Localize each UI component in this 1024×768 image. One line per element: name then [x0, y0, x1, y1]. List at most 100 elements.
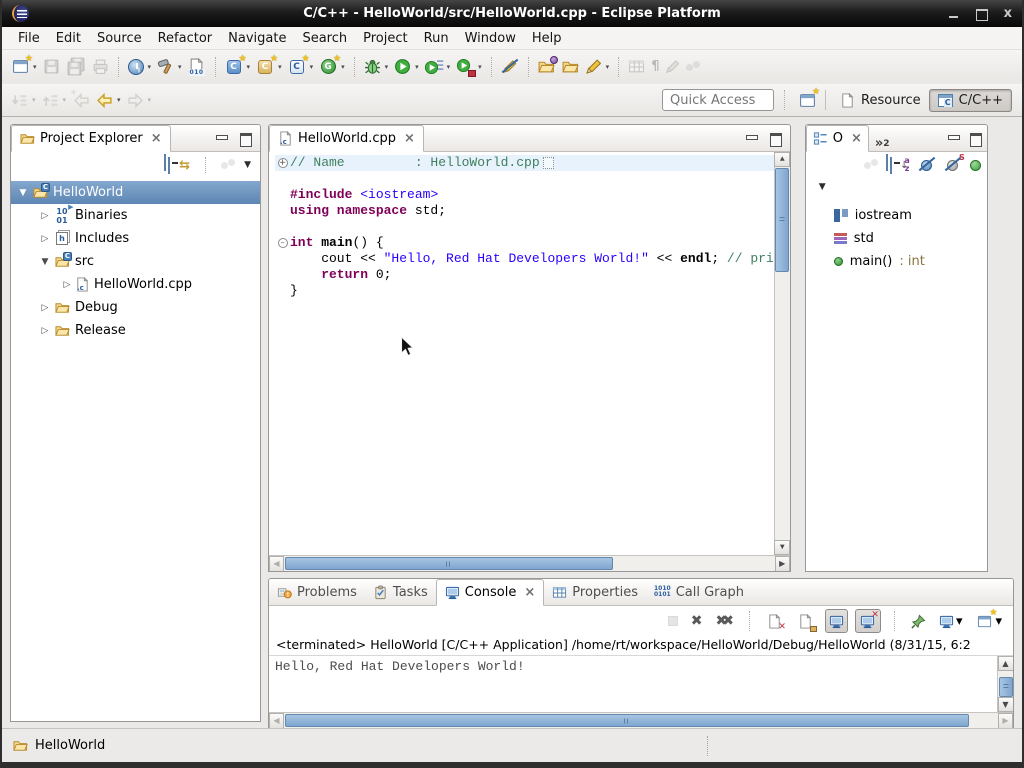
display-console-button[interactable]: ▾ — [936, 609, 966, 633]
outline-item-std[interactable]: std — [806, 227, 987, 250]
expander-icon[interactable]: ▷ — [37, 211, 53, 221]
code-editor[interactable]: // Name : HelloWorld.cpp #include <iostr… — [269, 152, 774, 555]
outline-item-iostream[interactable]: iostream — [806, 204, 987, 227]
scrollbar-thumb[interactable] — [285, 557, 613, 570]
folded-region-box[interactable] — [543, 157, 554, 169]
forward-button[interactable]: ▾ — [124, 88, 155, 112]
tab-project-explorer[interactable]: Project Explorer × — [11, 125, 171, 152]
quick-access-input[interactable] — [662, 89, 774, 111]
coverage-button[interactable]: ▾ — [453, 55, 485, 79]
tab-call-graph[interactable]: 1010 0101 Call Graph — [646, 579, 752, 605]
show-source-button[interactable] — [625, 55, 648, 79]
tree-item-debug[interactable]: ▷ Debug — [11, 296, 260, 319]
title-bar[interactable]: C/C++ - HelloWorld/src/HelloWorld.cpp - … — [2, 0, 1022, 27]
scroll-down-icon[interactable]: ▼ — [774, 540, 790, 555]
menu-run[interactable]: Run — [416, 29, 457, 48]
expander-icon[interactable]: ▷ — [37, 234, 53, 244]
outline-item-main[interactable]: main() : int — [806, 250, 987, 273]
close-icon[interactable]: × — [851, 134, 862, 144]
expander-icon[interactable]: ▼ — [37, 257, 53, 267]
format-button[interactable] — [662, 55, 683, 79]
tree-item-binaries[interactable]: ▷ 1001 Binaries — [11, 204, 260, 227]
last-edit-location-button[interactable]: ✳ — [69, 88, 93, 112]
tree-item-helloworld-cpp[interactable]: ▷ .c HelloWorld.cpp — [11, 273, 260, 296]
perspective-cpp-button[interactable]: C C/C++ — [929, 89, 1012, 112]
code-line[interactable]: using namespace std; — [275, 203, 774, 219]
save-button[interactable] — [40, 55, 63, 79]
save-all-button[interactable] — [63, 55, 89, 79]
new-c-class-button[interactable]: C ▾ — [253, 55, 285, 79]
tree-item-helloworld-project[interactable]: ▼ C HelloWorld — [11, 181, 260, 204]
open-perspective-button[interactable] — [795, 88, 819, 112]
hidden-views-button[interactable]: » 2 — [869, 125, 896, 151]
print-button[interactable] — [89, 55, 112, 79]
tree-item-release[interactable]: ▷ Release — [11, 319, 260, 342]
scroll-left-icon[interactable]: ◀ — [269, 713, 284, 729]
code-line[interactable]: } — [275, 283, 774, 299]
hide-static-button[interactable]: S — [944, 156, 962, 174]
new-c-project-button[interactable]: C ▾ — [222, 55, 254, 79]
new-binary-button[interactable]: 010 — [185, 55, 209, 79]
export-button[interactable] — [559, 55, 582, 79]
show-whitespace-button[interactable]: ¶ — [648, 55, 662, 79]
view-menu-button[interactable]: ▼ — [244, 160, 251, 170]
expander-icon[interactable]: ▷ — [37, 326, 53, 336]
code-line[interactable]: cout << "Hello, Red Hat Developers World… — [275, 251, 774, 267]
focus-button[interactable] — [221, 159, 235, 171]
perspective-resource-button[interactable]: Resource — [832, 90, 929, 111]
remove-launch-button[interactable]: ✖ — [688, 609, 706, 633]
scroll-right-icon[interactable]: ▶ — [998, 713, 1013, 729]
code-line[interactable] — [275, 171, 774, 187]
tab-problems[interactable]: Problems — [269, 579, 365, 605]
menu-refactor[interactable]: Refactor — [150, 29, 221, 48]
menu-help[interactable]: Help — [524, 29, 570, 48]
menu-edit[interactable]: Edit — [48, 29, 89, 48]
close-icon[interactable]: × — [524, 588, 535, 598]
menu-source[interactable]: Source — [89, 29, 150, 48]
maximize-view-button[interactable] — [239, 132, 251, 144]
collapse-all-button[interactable] — [164, 158, 170, 173]
window-maximize-button[interactable] — [976, 8, 988, 20]
tab-outline[interactable]: O × — [806, 125, 869, 152]
clear-console-button[interactable]: ✕ — [763, 609, 787, 633]
run-button[interactable]: ▾ — [391, 55, 422, 79]
fold-expand-icon[interactable] — [275, 158, 290, 168]
minimize-view-button[interactable] — [215, 132, 227, 144]
minimize-view-button[interactable] — [745, 132, 757, 144]
menu-window[interactable]: Window — [457, 29, 524, 48]
collapse-all-button[interactable] — [886, 158, 892, 173]
maximize-view-button[interactable] — [969, 132, 981, 144]
menu-search[interactable]: Search — [294, 29, 355, 48]
occurrences-button[interactable] — [683, 55, 703, 79]
project-tree[interactable]: ▼ C HelloWorld ▷ 1001 Binaries ▷ h Inclu… — [11, 178, 260, 721]
previous-annotation-button[interactable]: ▾ — [39, 88, 70, 112]
menu-project[interactable]: Project — [355, 29, 415, 48]
minimize-view-button[interactable] — [947, 132, 959, 144]
scroll-right-icon[interactable]: ▶ — [775, 556, 790, 572]
scroll-up-icon[interactable]: ▲ — [774, 152, 790, 167]
new-class-wizard-button[interactable]: G ▾ — [316, 55, 348, 79]
window-close-button[interactable]: x — [1004, 8, 1012, 20]
scrollbar-thumb[interactable] — [775, 168, 789, 272]
close-icon[interactable]: × — [151, 134, 162, 144]
editor-vertical-scrollbar[interactable]: ▲ ▼ — [774, 152, 790, 555]
tab-tasks[interactable]: Tasks — [365, 579, 436, 605]
menu-file[interactable]: File — [10, 29, 48, 48]
expander-icon[interactable]: ▼ — [15, 188, 31, 198]
editor-horizontal-scrollbar[interactable]: ◀ ▶ — [269, 555, 790, 571]
scrollbar-thumb[interactable] — [999, 677, 1013, 697]
code-line[interactable]: // Name : HelloWorld.cpp — [275, 155, 774, 171]
next-annotation-button[interactable]: ▾ — [8, 88, 39, 112]
expander-icon[interactable]: ▷ — [59, 280, 75, 290]
profile-button[interactable]: ——— ▾ — [422, 55, 454, 79]
terminate-button[interactable] — [665, 609, 681, 633]
tree-item-src[interactable]: ▼ C src — [11, 250, 260, 273]
maximize-view-button[interactable] — [769, 132, 781, 144]
code-line[interactable]: #include <iostream> — [275, 187, 774, 203]
console-horizontal-scrollbar[interactable]: ◀ ▶ — [269, 712, 1013, 728]
launch-config-button[interactable]: ▾ — [125, 55, 155, 79]
expander-icon[interactable]: ▷ — [37, 303, 53, 313]
window-minimize-button[interactable] — [948, 8, 960, 20]
scroll-lock-button[interactable] — [794, 609, 818, 633]
code-line[interactable] — [275, 219, 774, 235]
